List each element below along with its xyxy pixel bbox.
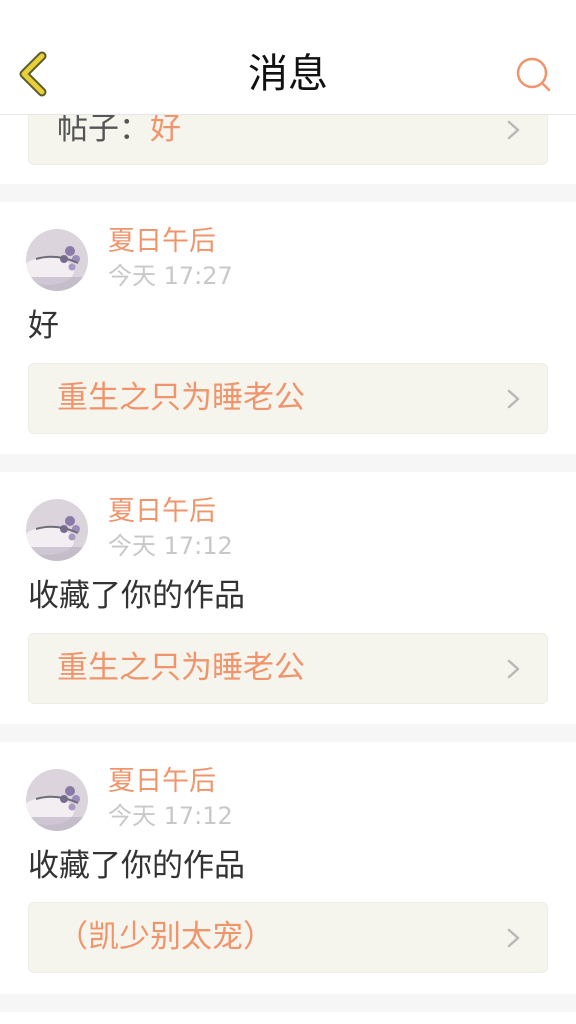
- avatar[interactable]: [26, 499, 88, 561]
- work-link[interactable]: 重生之只为睡老公: [28, 363, 548, 434]
- message-text: 好: [28, 308, 59, 344]
- chevron-right-icon: [507, 659, 520, 679]
- chevron-right-icon: [507, 120, 520, 140]
- chevron-right-icon: [507, 928, 520, 948]
- user-name[interactable]: 夏日午后: [108, 226, 216, 258]
- message-text: 收藏了你的作品: [28, 578, 245, 614]
- avatar-image: [26, 769, 88, 831]
- search-button[interactable]: [514, 55, 554, 95]
- timestamp: 今天 17:27: [108, 262, 233, 290]
- avatar[interactable]: [26, 769, 88, 831]
- work-link[interactable]: （凯少别太宠）: [28, 902, 548, 973]
- timestamp: 今天 17:12: [108, 532, 233, 560]
- page-title: 消息: [248, 51, 328, 97]
- chevron-right-icon: [507, 389, 520, 409]
- post-title: 好: [150, 111, 181, 147]
- message-card: 夏日午后 今天 17:12 收藏了你的作品 （凯少别太宠）: [0, 742, 576, 994]
- user-name[interactable]: 夏日午后: [108, 766, 216, 798]
- message-card-partial: 帖子：好: [0, 94, 576, 184]
- nav-bar: 消息: [0, 0, 576, 115]
- avatar[interactable]: [26, 229, 88, 291]
- post-label: 帖子：: [57, 111, 150, 147]
- message-card: 夏日午后 今天 17:27 好 重生之只为睡老公: [0, 202, 576, 454]
- messages-screen: 消息 帖子：好 夏日午后 今天 17:27 好 重生之只为睡老公 夏日午后 今天…: [0, 0, 576, 1024]
- work-link[interactable]: 重生之只为睡老公: [28, 633, 548, 704]
- user-name[interactable]: 夏日午后: [108, 496, 216, 528]
- message-card-partial: [0, 1012, 576, 1024]
- timestamp: 今天 17:12: [108, 802, 233, 830]
- avatar-image: [26, 499, 88, 561]
- search-icon: [516, 57, 551, 92]
- message-card: 夏日午后 今天 17:12 收藏了你的作品 重生之只为睡老公: [0, 472, 576, 724]
- work-title: 重生之只为睡老公: [57, 380, 305, 416]
- message-text: 收藏了你的作品: [28, 848, 245, 884]
- work-title: 重生之只为睡老公: [57, 650, 305, 686]
- avatar-image: [26, 229, 88, 291]
- work-title: （凯少别太宠）: [57, 919, 274, 955]
